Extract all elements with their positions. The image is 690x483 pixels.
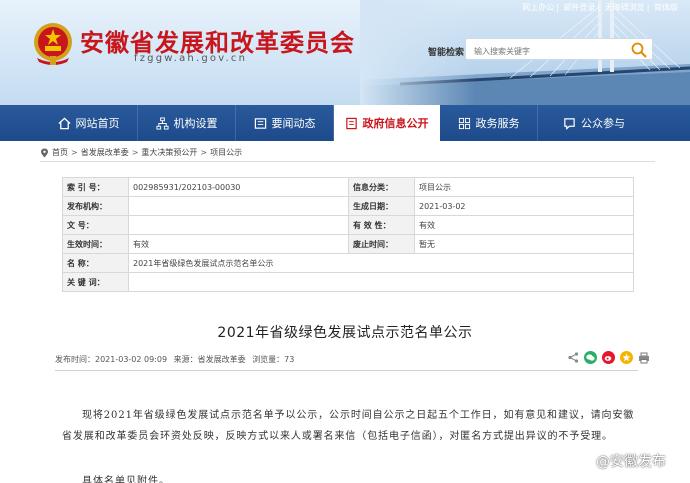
search-icon[interactable] <box>630 41 648 59</box>
issuer-label: 发布机构： <box>62 196 129 216</box>
category-value: 项目公示 <box>414 177 634 197</box>
meta-source: 来源：省发展改革委 <box>173 355 246 364</box>
docno-value <box>128 215 349 235</box>
national-emblem-logo <box>34 23 72 65</box>
nav-item-news[interactable]: 要闻动态 <box>236 105 334 141</box>
share-bar <box>568 351 650 364</box>
article-meta: 发布时间：2021-03-02 09:09 来源：省发展改革委 浏览量：73 <box>55 354 298 365</box>
issuer-value <box>128 196 349 216</box>
top-link-office[interactable]: 网上办公 <box>522 3 554 12</box>
table-row: 生效时间： 有效 废止时间： 暂无 <box>62 234 634 254</box>
weibo-logo-icon <box>574 454 591 469</box>
validity-label: 有 效 性： <box>348 215 415 235</box>
nav-item-label: 政府信息公开 <box>362 117 429 130</box>
breadcrumb-current[interactable]: 项目公示 <box>210 147 242 158</box>
validity-value: 有效 <box>414 215 634 235</box>
search-box <box>465 38 653 62</box>
search-label: 智能检索 <box>428 48 465 58</box>
weibo-icon[interactable] <box>602 351 615 364</box>
participation-icon <box>564 117 575 130</box>
table-row: 索 引 号： 002985931/202103-00030 信息分类： 项目公示 <box>62 177 634 197</box>
table-row: 名 称： 2021年省级绿色发展试点示范名单公示 <box>62 253 634 273</box>
print-icon[interactable] <box>638 352 650 364</box>
home-icon <box>57 117 71 129</box>
service-icon <box>458 117 470 129</box>
table-row: 关 键 词： <box>62 272 634 292</box>
site-header: 安徽省发展和改革委员会 fzggw.ah.gov.cn 网上办公 | 邮件登录 | … <box>0 0 690 105</box>
share-icon[interactable] <box>568 352 579 363</box>
location-pin-icon <box>41 148 48 157</box>
top-links: 网上办公 | 邮件登录 | 无障碍浏览 | 简体版 <box>522 3 678 12</box>
article-body: 现将2021年省级绿色发展试点示范名单予以公示，公示时间自公示之日起五个工作日，… <box>62 405 637 447</box>
breadcrumb-decision[interactable]: 重大决策预公开 <box>141 147 197 158</box>
info-icon <box>345 117 357 129</box>
meta-publish-time: 发布时间：2021-03-02 09:09 <box>55 355 168 364</box>
nav-item-home[interactable]: 网站首页 <box>40 105 138 141</box>
nav-item-service[interactable]: 政务服务 <box>440 105 538 141</box>
document-info-table: 索 引 号： 002985931/202103-00030 信息分类： 项目公示… <box>62 177 634 292</box>
weibo-watermark: @安徽发布 <box>574 451 666 471</box>
docno-label: 文 号： <box>62 215 129 235</box>
table-row: 文 号： 有 效 性： 有效 <box>62 215 634 235</box>
effective-label: 生效时间： <box>62 234 129 254</box>
nav-item-org[interactable]: 机构设置 <box>138 105 236 141</box>
date-label: 生成日期： <box>348 196 415 216</box>
table-row: 发布机构： 生成日期： 2021-03-02 <box>62 196 634 216</box>
attachment-note: 具体名单见附件。 <box>82 476 170 483</box>
watermark-text: @安徽发布 <box>596 454 666 470</box>
nav-item-info-disclosure[interactable]: 政府信息公开 <box>334 105 440 141</box>
effective-value: 有效 <box>128 234 349 254</box>
breadcrumb-home[interactable]: 首页 <box>52 147 68 158</box>
meta-views: 浏览量：73 <box>252 355 295 364</box>
qq-zone-icon[interactable] <box>620 351 633 364</box>
index-label: 索 引 号： <box>62 177 129 197</box>
news-icon <box>254 117 266 129</box>
name-value: 2021年省级绿色发展试点示范名单公示 <box>128 253 634 273</box>
nav-item-label: 网站首页 <box>75 117 120 130</box>
nav-item-label: 政务服务 <box>475 117 520 130</box>
article-title: 2021年省级绿色发展试点示范名单公示 <box>217 325 473 341</box>
name-label: 名 称： <box>62 253 129 273</box>
org-icon <box>155 116 169 130</box>
article-paragraph: 现将2021年省级绿色发展试点示范名单予以公示，公示时间自公示之日起五个工作日，… <box>62 410 635 442</box>
index-value: 002985931/202103-00030 <box>128 177 349 197</box>
nav-item-label: 机构设置 <box>173 117 218 130</box>
keywords-label: 关 键 词： <box>62 272 129 292</box>
nav-spacer-left <box>0 105 40 141</box>
breadcrumb: 首页 > 省发展改革委 > 重大决策预公开 > 项目公示 <box>40 147 242 158</box>
keywords-value <box>128 272 634 292</box>
nav-item-label: 要闻动态 <box>271 117 316 130</box>
top-link-simplified[interactable]: 简体版 <box>654 3 678 12</box>
site-domain: fzggw.ah.gov.cn <box>134 53 248 64</box>
category-label: 信息分类： <box>348 177 415 197</box>
nav-item-participation[interactable]: 公众参与 <box>538 105 650 141</box>
nav-item-label: 公众参与 <box>581 117 625 130</box>
meta-divider <box>55 370 638 371</box>
main-nav: 网站首页 机构设置 要闻动态 政府信息公开 政务服务 公众参与 <box>0 105 690 141</box>
breadcrumb-commission[interactable]: 省发展改革委 <box>81 147 129 158</box>
search-input[interactable] <box>466 41 616 62</box>
date-value: 2021-03-02 <box>414 196 634 216</box>
expire-label: 废止时间： <box>348 234 415 254</box>
top-link-accessibility[interactable]: 无障碍浏览 <box>605 3 645 12</box>
expire-value: 暂无 <box>414 234 634 254</box>
breadcrumb-divider <box>40 161 655 162</box>
wechat-icon[interactable] <box>584 351 597 364</box>
top-link-mail[interactable]: 邮件登录 <box>564 3 596 12</box>
